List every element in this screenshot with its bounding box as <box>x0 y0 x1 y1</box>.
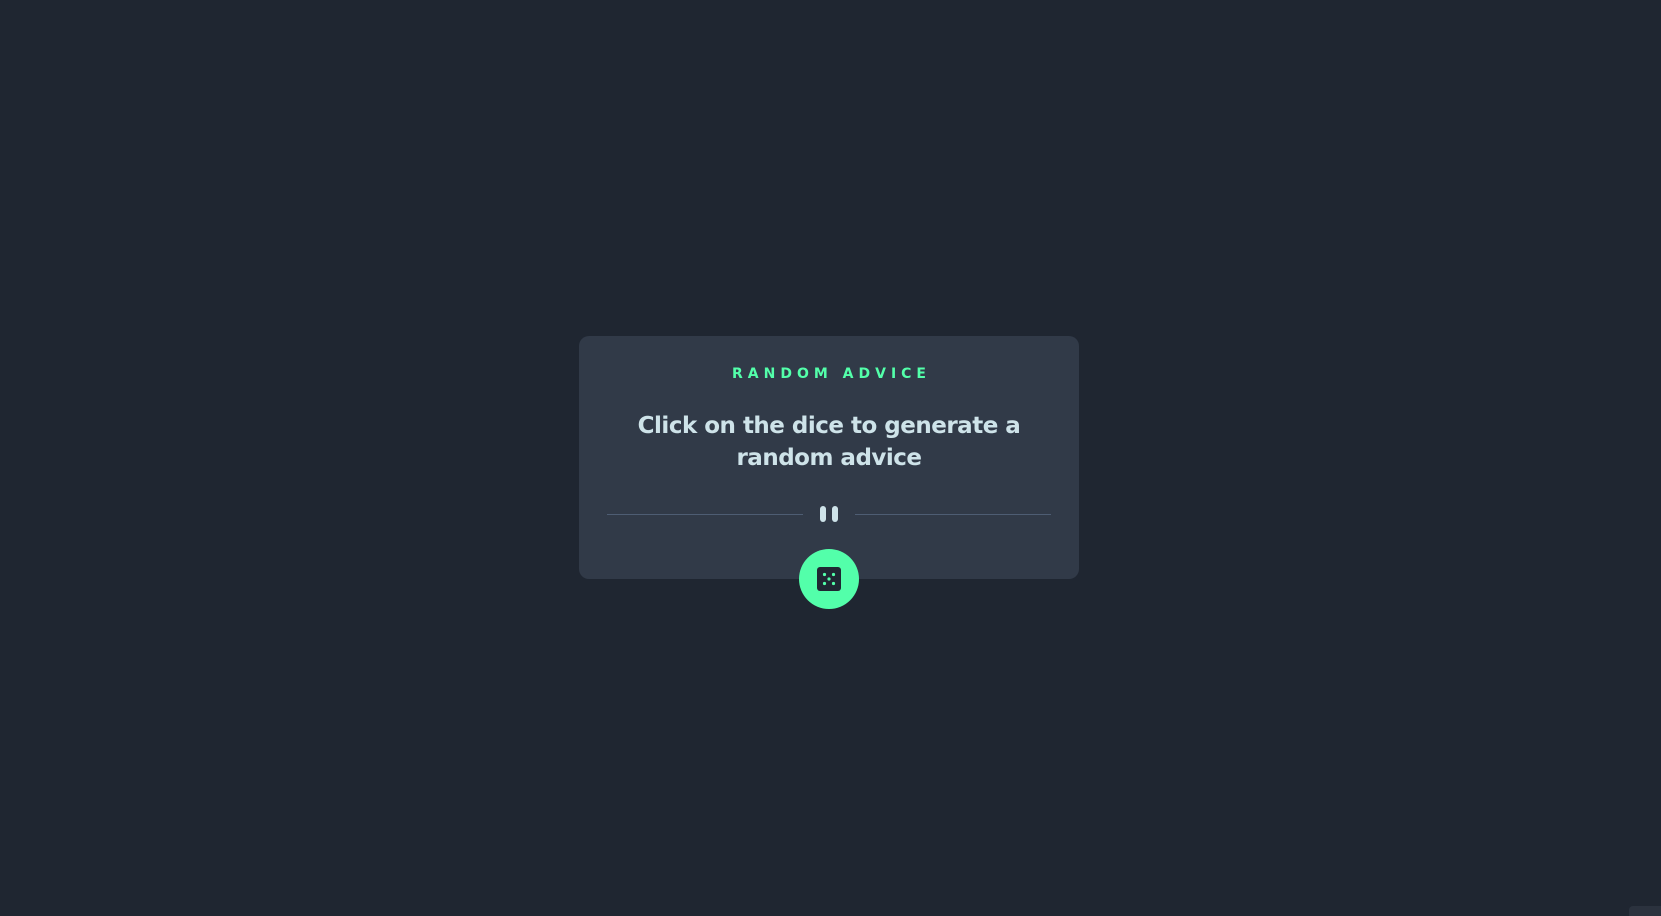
divider <box>607 506 1051 524</box>
corner-mark <box>1629 906 1661 916</box>
advice-label: RANDOM ADVICE <box>732 366 931 382</box>
dice-icon <box>817 567 841 591</box>
advice-card: RANDOM ADVICE Click on the dice to gener… <box>579 336 1079 579</box>
dice-button[interactable] <box>799 549 859 609</box>
divider-line-right <box>855 514 1051 515</box>
divider-line-left <box>607 514 803 515</box>
advice-text: Click on the dice to generate a random a… <box>637 413 1021 471</box>
page: RANDOM ADVICE Click on the dice to gener… <box>0 0 1661 916</box>
pause-icon <box>819 506 839 523</box>
